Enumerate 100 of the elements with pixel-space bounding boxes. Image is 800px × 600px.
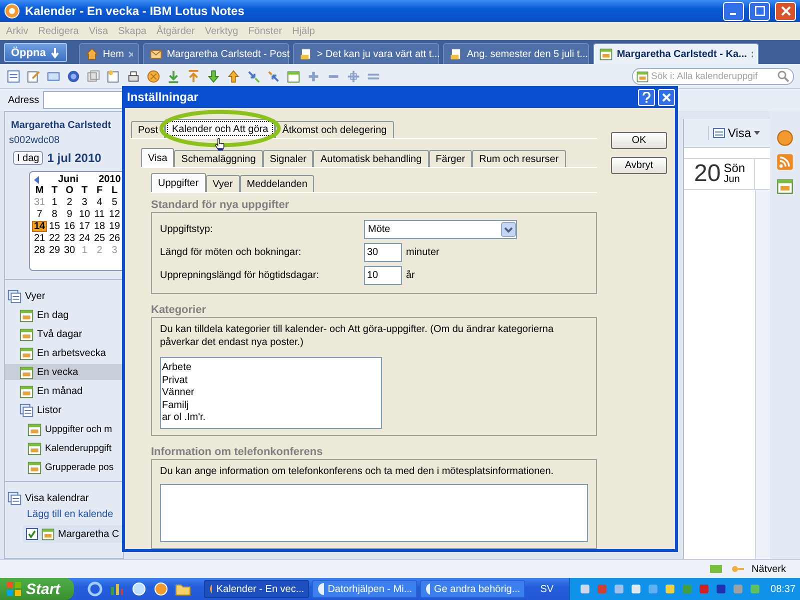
app-icon[interactable] [153,581,170,597]
up-arrow-icon[interactable] [226,68,241,84]
calendar-day[interactable]: 25 [92,233,107,244]
calendar-day[interactable]: 4 [92,197,107,208]
calendar-day[interactable]: 10 [77,209,92,220]
browser-icon[interactable] [87,581,104,597]
taskbar-button[interactable]: Datorhjälpen - Mi... [312,580,418,598]
minimize-button[interactable] [723,2,744,20]
calendar-day[interactable]: 1 [47,197,62,208]
help-button[interactable] [638,88,655,106]
calendar-icon[interactable] [286,68,301,84]
tab[interactable]: Rum och resurser [472,150,566,167]
caret-icon[interactable] [754,131,760,135]
view-item[interactable]: En månad [5,383,123,399]
close-icon[interactable] [750,50,753,58]
number-field[interactable]: 30 [364,243,402,262]
tab[interactable]: > Det kan ju vara värt att t... [292,43,439,64]
calendar-day[interactable]: 28 [32,245,47,256]
download-icon[interactable] [166,68,181,84]
dialog-button[interactable]: Avbryt [611,157,667,174]
conference-text-area[interactable] [160,484,588,542]
list-icon[interactable] [712,127,725,139]
calendar-day[interactable]: 5 [107,197,122,208]
list-item[interactable]: Privat [162,374,380,387]
checkbox[interactable] [26,528,38,540]
new-icon[interactable] [106,68,121,84]
view-item[interactable]: Kalenderuppgift [5,440,123,456]
scrollbar[interactable] [755,190,770,559]
category-list[interactable]: Arbete Privat Vänner Familj ar ol .Im'r. [160,357,382,429]
list-item[interactable]: Familj [162,400,380,412]
maximize-button[interactable] [749,2,770,20]
calendar-day[interactable]: 30 [62,245,77,256]
list-item[interactable]: Vänner [162,387,380,400]
tab[interactable]: Margaretha Carlstedt - Ka... [592,43,759,64]
view-item[interactable]: Två dagar [5,326,123,342]
cancel-icon[interactable] [146,68,161,84]
calendar-day[interactable]: 21 [32,233,47,244]
close-button[interactable] [775,2,796,20]
view-item[interactable]: Listor [5,402,123,418]
calendar-entry[interactable]: Margaretha C [23,525,123,543]
search-icon[interactable] [777,70,789,82]
language-indicator[interactable]: SV [528,584,566,594]
tab[interactable]: Visa [141,148,174,167]
calendar-day[interactable]: 16 [62,221,77,232]
calendar-day[interactable]: 3 [77,197,92,208]
add-calendar-link[interactable]: Lägg till en kalende [5,509,123,520]
upload-icon[interactable] [186,68,201,84]
view-item[interactable]: En vecka [5,364,123,380]
close-icon[interactable] [128,50,133,58]
tab[interactable]: Ang. semester den 5 juli t... [442,43,589,64]
sametime-icon[interactable] [776,129,794,147]
tab[interactable]: Automatisk behandling [313,150,429,167]
tab[interactable]: Vyer [206,175,240,192]
calendar-day[interactable]: 9 [62,209,77,220]
down-arrow-icon[interactable] [206,68,221,84]
edit-icon[interactable] [26,68,41,84]
calendar-day[interactable]: 26 [107,233,122,244]
calendar-day[interactable]: 22 [47,233,62,244]
tab[interactable]: Meddelanden [240,175,314,192]
calendars-heading[interactable]: Visa kalendrar [5,490,123,506]
open-button[interactable]: Öppna [4,43,67,62]
calendar-day[interactable]: 2 [62,197,77,208]
globe-icon[interactable] [66,68,81,84]
tab[interactable]: Hem [78,43,139,64]
copy-icon[interactable] [86,68,101,84]
tab[interactable]: Åtkomst och delegering [275,121,394,138]
list-item[interactable]: ar ol .Im'r. [162,412,380,424]
tab[interactable]: Uppgifter [151,173,206,192]
help-icon[interactable] [642,92,651,102]
tab[interactable]: Kalender och Att göra [165,119,276,138]
view-item[interactable]: Grupperade pos [5,459,123,475]
calendar-day[interactable]: 18 [92,221,107,232]
type-dropdown[interactable]: Möte [364,220,517,239]
list-icon[interactable] [6,68,21,84]
move-icon[interactable] [346,68,361,84]
taskbar-button[interactable]: Kalender - En vec... [204,580,310,598]
calendar-day[interactable]: 19 [107,221,122,232]
search-box[interactable]: Sök i: Alla kalenderuppgif [632,68,794,84]
maximize-icon[interactable] [754,6,764,16]
calendar-day[interactable]: 23 [62,233,77,244]
views-heading[interactable]: Vyer [5,288,123,304]
list-item[interactable]: Arbete [162,362,380,374]
dialog-button[interactable]: OK [611,132,667,149]
calendar-day[interactable]: 12 [107,209,122,220]
view-item[interactable]: En dag [5,307,123,323]
view-item[interactable]: En arbetsvecka [5,345,123,361]
calendar-day[interactable]: 7 [32,209,47,220]
view-item[interactable]: Uppgifter och m [5,421,123,437]
close-button[interactable] [658,88,675,106]
calendar-icon[interactable] [776,177,794,195]
calendar-day[interactable]: 15 [47,221,62,232]
search-field[interactable]: Sök i: Alla kalenderuppgif [651,70,775,82]
taskbar-button[interactable]: Ge andra behörig... [420,580,526,598]
calendar-day[interactable]: 8 [47,209,62,220]
tab[interactable]: Signaler [262,150,314,167]
tab[interactable]: Färger [428,150,472,167]
tab[interactable]: Schemaläggning [174,150,263,167]
number-field[interactable]: 10 [364,266,402,285]
globe-icon[interactable] [131,581,148,597]
calendar-day[interactable]: 17 [77,221,92,232]
